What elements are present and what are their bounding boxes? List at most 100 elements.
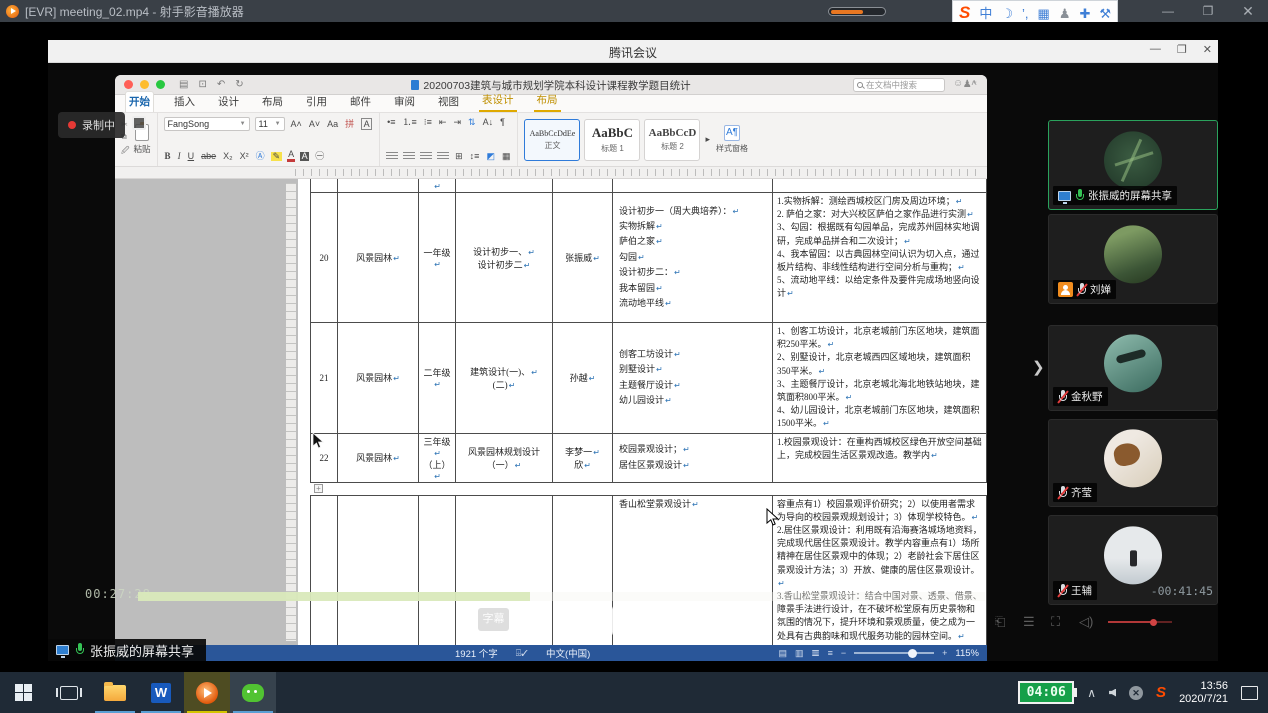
tab-1-插入[interactable]: 插入 xyxy=(171,92,198,112)
player-restore-button[interactable]: ❐ xyxy=(1188,4,1228,18)
snapshot-icon[interactable]: ⛶ xyxy=(1051,614,1060,630)
undo-icon[interactable]: ↶ xyxy=(217,79,225,90)
font-size-select[interactable]: 11▼ xyxy=(255,117,285,131)
proofing-icon[interactable]: ⌹✓ xyxy=(516,648,528,659)
format-painter-icon[interactable]: 🖉 xyxy=(121,145,130,159)
subscript-icon[interactable]: X₂ xyxy=(222,151,234,162)
sort-icon[interactable]: A↓ xyxy=(482,117,495,128)
web-layout-view-icon[interactable]: ▥ xyxy=(795,648,804,659)
tab-4-引用[interactable]: 引用 xyxy=(303,92,330,112)
player-close-button[interactable]: ✕ xyxy=(1228,3,1268,20)
multilevel-list-icon[interactable]: ⁝≡ xyxy=(423,117,433,128)
zoom-slider[interactable] xyxy=(854,652,934,654)
meeting-restore-button[interactable]: ❐ xyxy=(1177,43,1187,56)
playback-progress-bar[interactable] xyxy=(138,592,985,601)
vertical-ruler[interactable] xyxy=(286,183,296,641)
open-file-icon[interactable]: ⎗ xyxy=(995,614,1005,630)
mac-zoom-button[interactable] xyxy=(156,80,165,89)
person-icon[interactable]: ♟ xyxy=(1059,7,1071,20)
tab-0-开始[interactable]: 开始 xyxy=(125,91,154,112)
rewind-icon[interactable]: ◀◀ xyxy=(560,612,574,626)
subtitle-button[interactable]: 字幕 xyxy=(478,608,509,631)
taskbar-clock[interactable]: 13:56 2020/7/21 xyxy=(1179,680,1228,706)
night-mode-icon[interactable]: ☽ xyxy=(1001,7,1013,20)
character-border-icon[interactable]: A xyxy=(360,119,373,130)
previous-file-icon[interactable]: ❘◀◀ xyxy=(523,612,546,626)
paragraph-mark-icon[interactable]: ¶ xyxy=(499,117,506,128)
word-count[interactable]: 1921 个字 xyxy=(455,646,498,660)
borders-icon[interactable]: ▦ xyxy=(501,151,512,162)
meeting-minimize-button[interactable]: — xyxy=(1150,43,1161,56)
print-layout-view-icon[interactable]: ▤ xyxy=(779,648,788,659)
increase-indent-icon[interactable]: ⇥ xyxy=(452,117,462,128)
italic-icon[interactable]: I xyxy=(177,151,182,162)
style-card-标题 1[interactable]: AaBbC标题 1 xyxy=(584,119,640,161)
chinese-mode-icon[interactable]: 中 xyxy=(979,7,992,20)
shading-icon[interactable]: ◩ xyxy=(485,151,496,162)
volume-slider-knob[interactable] xyxy=(1150,619,1157,626)
text-effects-icon[interactable]: Ⓐ xyxy=(255,151,266,162)
tab-3-布局[interactable]: 布局 xyxy=(259,92,286,112)
meeting-close-button[interactable]: ✕ xyxy=(1203,43,1212,56)
stop-recording-button[interactable] xyxy=(132,116,146,130)
superscript-icon[interactable]: X² xyxy=(239,151,250,162)
decrease-indent-icon[interactable]: ⇤ xyxy=(438,117,448,128)
font-name-select[interactable]: FangSong▼ xyxy=(164,117,250,131)
align-right-icon[interactable] xyxy=(420,152,432,161)
zoom-slider-knob[interactable] xyxy=(908,649,917,658)
punctuation-icon[interactable]: ’, xyxy=(1022,7,1029,20)
tab-7-视图[interactable]: 视图 xyxy=(435,92,462,112)
ribbon-feedback-icon[interactable]: ☺ xyxy=(953,78,963,89)
align-left-icon[interactable] xyxy=(386,152,398,161)
fast-forward-icon[interactable]: ▶▶ xyxy=(696,612,710,626)
search-input[interactable]: 在文档中搜索 xyxy=(853,78,945,92)
table-move-handle-icon[interactable]: + xyxy=(314,484,323,493)
horizontal-ruler[interactable] xyxy=(115,167,987,179)
battery-indicator[interactable]: 04:06 xyxy=(1018,681,1074,704)
skin-icon[interactable]: ✚ xyxy=(1079,7,1090,20)
outline-view-icon[interactable]: 𝌆 xyxy=(812,648,820,659)
frame-step-icon[interactable]: ❘▶ xyxy=(670,612,685,626)
phonetic-guide-icon[interactable]: 拼 xyxy=(344,119,355,130)
style-gallery-more-icon[interactable]: ▸ xyxy=(704,134,711,145)
change-case-icon[interactable]: Aa xyxy=(326,119,339,130)
justify-icon[interactable] xyxy=(437,152,449,161)
file-explorer-button[interactable] xyxy=(92,672,138,713)
document-page[interactable]: 19城乡规划↵五年级↵20风景园林↵一年级↵设计初步一、↵设计初步二↵张振威↵设… xyxy=(298,179,987,645)
splayer-taskbar-button[interactable] xyxy=(184,672,230,713)
tab-5-邮件[interactable]: 邮件 xyxy=(347,92,374,112)
play-button[interactable]: ▶ xyxy=(612,604,658,638)
mac-close-button[interactable] xyxy=(124,80,133,89)
sogou-logo-icon[interactable]: S xyxy=(959,3,970,23)
save-icon[interactable]: ⊡ xyxy=(198,79,206,90)
sidebar-toggle-icon[interactable]: ▤ xyxy=(179,79,188,90)
speaker-icon[interactable] xyxy=(1109,689,1116,697)
player-minimize-button[interactable]: — xyxy=(1148,4,1188,18)
tab-9-布局[interactable]: 布局 xyxy=(534,90,561,112)
toolbox-icon[interactable]: ⚒ xyxy=(1099,7,1111,20)
participant-tile-刘婵[interactable]: 刘婵 xyxy=(1048,214,1218,304)
volume-slider[interactable] xyxy=(1108,621,1172,623)
bold-icon[interactable]: B xyxy=(164,151,172,162)
tab-6-审阅[interactable]: 审阅 xyxy=(391,92,418,112)
start-button[interactable] xyxy=(0,672,46,713)
wechat-taskbar-button[interactable] xyxy=(230,672,276,713)
volume-icon[interactable]: ◁) xyxy=(1079,614,1093,630)
enclose-characters-icon[interactable]: ㊀ xyxy=(314,151,325,162)
action-center-icon[interactable] xyxy=(1241,686,1258,700)
numbering-icon[interactable]: ⒈≡ xyxy=(402,117,418,128)
tray-x-icon[interactable]: ✕ xyxy=(1129,686,1143,700)
participant-tile-王辅[interactable]: 王辅-00:41:45 xyxy=(1048,515,1218,605)
ribbon-collapse-icon[interactable]: ˄ xyxy=(971,78,977,89)
grow-font-icon[interactable]: A˄ xyxy=(290,119,303,130)
font-color-icon[interactable]: A xyxy=(287,150,295,162)
zoom-out-icon[interactable]: − xyxy=(841,648,846,658)
styles-pane-button[interactable]: A¶ 样式窗格 xyxy=(715,125,749,154)
sidebar-collapse-chevron-icon[interactable]: ❯ xyxy=(1032,358,1045,376)
line-spacing-icon[interactable]: ↕≡ xyxy=(469,151,481,162)
asian-layout-icon[interactable]: ⇅ xyxy=(467,117,477,128)
participant-tile-张振威的屏幕共享[interactable]: 张振威的屏幕共享 xyxy=(1048,120,1218,210)
strikethrough-icon[interactable]: abe xyxy=(200,151,217,162)
player-titlebar-slider[interactable] xyxy=(828,7,886,16)
language-status[interactable]: 中文(中国) xyxy=(546,646,590,660)
